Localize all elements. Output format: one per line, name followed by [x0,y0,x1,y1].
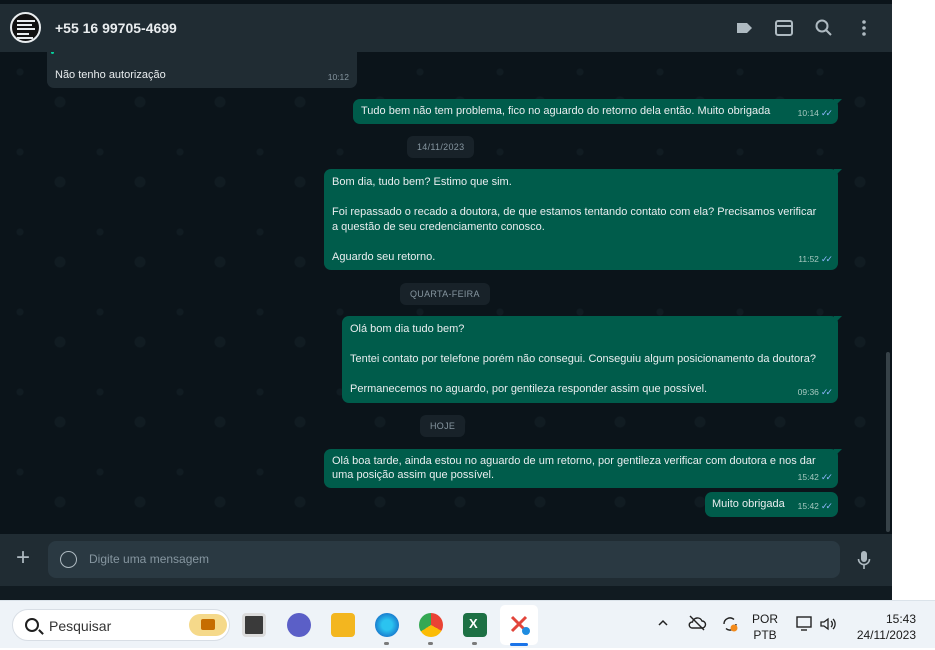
read-ticks-icon: ✓✓ [820,387,833,397]
message-outgoing[interactable]: Bom dia, tudo bem? Estimo que sim. Foi r… [324,169,838,270]
contact-name[interactable]: +55 16 99705-4699 [55,20,177,36]
taskbar-search-label: Pesquisar [49,618,112,634]
composer: + Digite uma mensagem [0,534,892,586]
bubble-tail [834,99,842,107]
message-time: 15:42 ✓✓ [797,472,833,482]
date-separator: 14/11/2023 [407,136,475,158]
message-text: uma posição assim que possível. [332,469,495,481]
message-text: Tudo bem não tem problema, fico no aguar… [361,105,771,117]
message-text: a questão de seu credenciamento conosco. [332,221,545,233]
message-time: 11:52 ✓✓ [798,254,833,264]
message-text: Foi repassado o recado a doutora, de que… [332,206,817,218]
message-input-placeholder: Digite uma mensagem [89,552,210,566]
search-icon[interactable] [814,18,834,38]
message-text: Olá boa tarde, ainda estou no aguardo de… [332,455,816,467]
message-text: Olá bom dia tudo bem? [350,323,465,335]
message-outgoing[interactable]: Muito obrigada 15:42 ✓✓ [705,492,838,517]
file-explorer-icon[interactable] [331,613,355,637]
keyboard-layout: PTB [753,628,777,642]
search-icon [25,618,39,632]
chevron-up-icon[interactable] [657,616,669,628]
message-time: 09:36 ✓✓ [797,387,833,397]
bubble-tail [834,169,842,177]
read-ticks-icon: ✓✓ [820,108,833,118]
read-ticks-icon: ✓✓ [820,501,833,511]
message-text: Tentei contato por telefone porém não co… [350,353,816,365]
date-separator: HOJE [420,415,466,437]
active-indicator [510,643,528,646]
message-text: Bom dia, tudo bem? Estimo que sim. [332,176,512,188]
message-outgoing[interactable]: Olá boa tarde, ainda estou no aguardo de… [324,449,838,488]
menu-icon[interactable] [854,18,874,38]
message-incoming[interactable]: Não tenho autorização 10:12 [47,52,357,88]
excel-icon[interactable]: X [463,613,487,637]
message-time: 10:14 ✓✓ [797,108,833,118]
taskbar: Pesquisar X POR PTB 15:43 24/11/2023 [0,600,935,648]
window-footer [0,586,892,600]
read-ticks-icon: ✓✓ [820,472,833,482]
date-separator: QUARTA-FEIRA [400,283,490,305]
cloud-offline-icon[interactable] [687,615,707,631]
message-text: Muito obrigada [712,498,785,510]
taskbar-search[interactable]: Pesquisar [12,609,230,641]
bubble-tail [834,316,842,324]
volume-icon[interactable] [819,615,837,633]
clock-time: 15:43 [885,612,916,626]
running-indicator [428,642,433,645]
chrome-icon[interactable] [419,613,443,637]
task-view-icon[interactable] [242,613,266,637]
message-text: Permanecemos no aguardo, por gentileza r… [350,383,708,395]
language-code: POR [752,612,779,626]
catalog-icon[interactable] [774,18,794,38]
read-ticks-icon: ✓✓ [820,254,833,264]
message-text: Não tenho autorização [55,69,166,81]
teams-chat-icon[interactable] [287,613,311,637]
running-indicator [384,642,389,645]
message-time: 10:12 [327,72,349,82]
whatsapp-window: +55 16 99705-4699 Não tenho autorização … [0,0,892,600]
sync-icon[interactable] [720,614,740,634]
quote-bar [51,52,54,54]
contact-avatar[interactable] [10,12,41,43]
message-text: Aguardo seu retorno. [332,251,436,263]
message-outgoing[interactable]: Tudo bem não tem problema, fico no aguar… [353,99,838,124]
active-app-tile[interactable] [500,605,538,645]
briefcase-icon[interactable] [189,614,227,636]
message-time: 15:42 ✓✓ [797,501,833,511]
attach-icon[interactable]: + [16,546,30,570]
microphone-icon[interactable] [857,550,871,570]
running-indicator [472,642,477,645]
scrollbar[interactable] [886,352,890,532]
network-icon[interactable] [796,615,814,633]
message-list[interactable]: Não tenho autorização 10:12 Tudo bem não… [0,52,892,534]
clock-date: 24/11/2023 [856,628,916,642]
language-indicator[interactable]: POR PTB [752,611,778,643]
clock[interactable]: 15:43 24/11/2023 [852,611,916,643]
chat-header: +55 16 99705-4699 [0,4,892,52]
bubble-tail [834,449,842,457]
edge-icon[interactable] [375,613,399,637]
label-icon[interactable] [734,18,754,38]
desktop-strip [892,0,935,600]
message-input[interactable]: Digite uma mensagem [48,541,840,578]
message-outgoing[interactable]: Olá bom dia tudo bem? Tentei contato por… [342,316,838,403]
emoji-icon[interactable] [60,551,77,568]
